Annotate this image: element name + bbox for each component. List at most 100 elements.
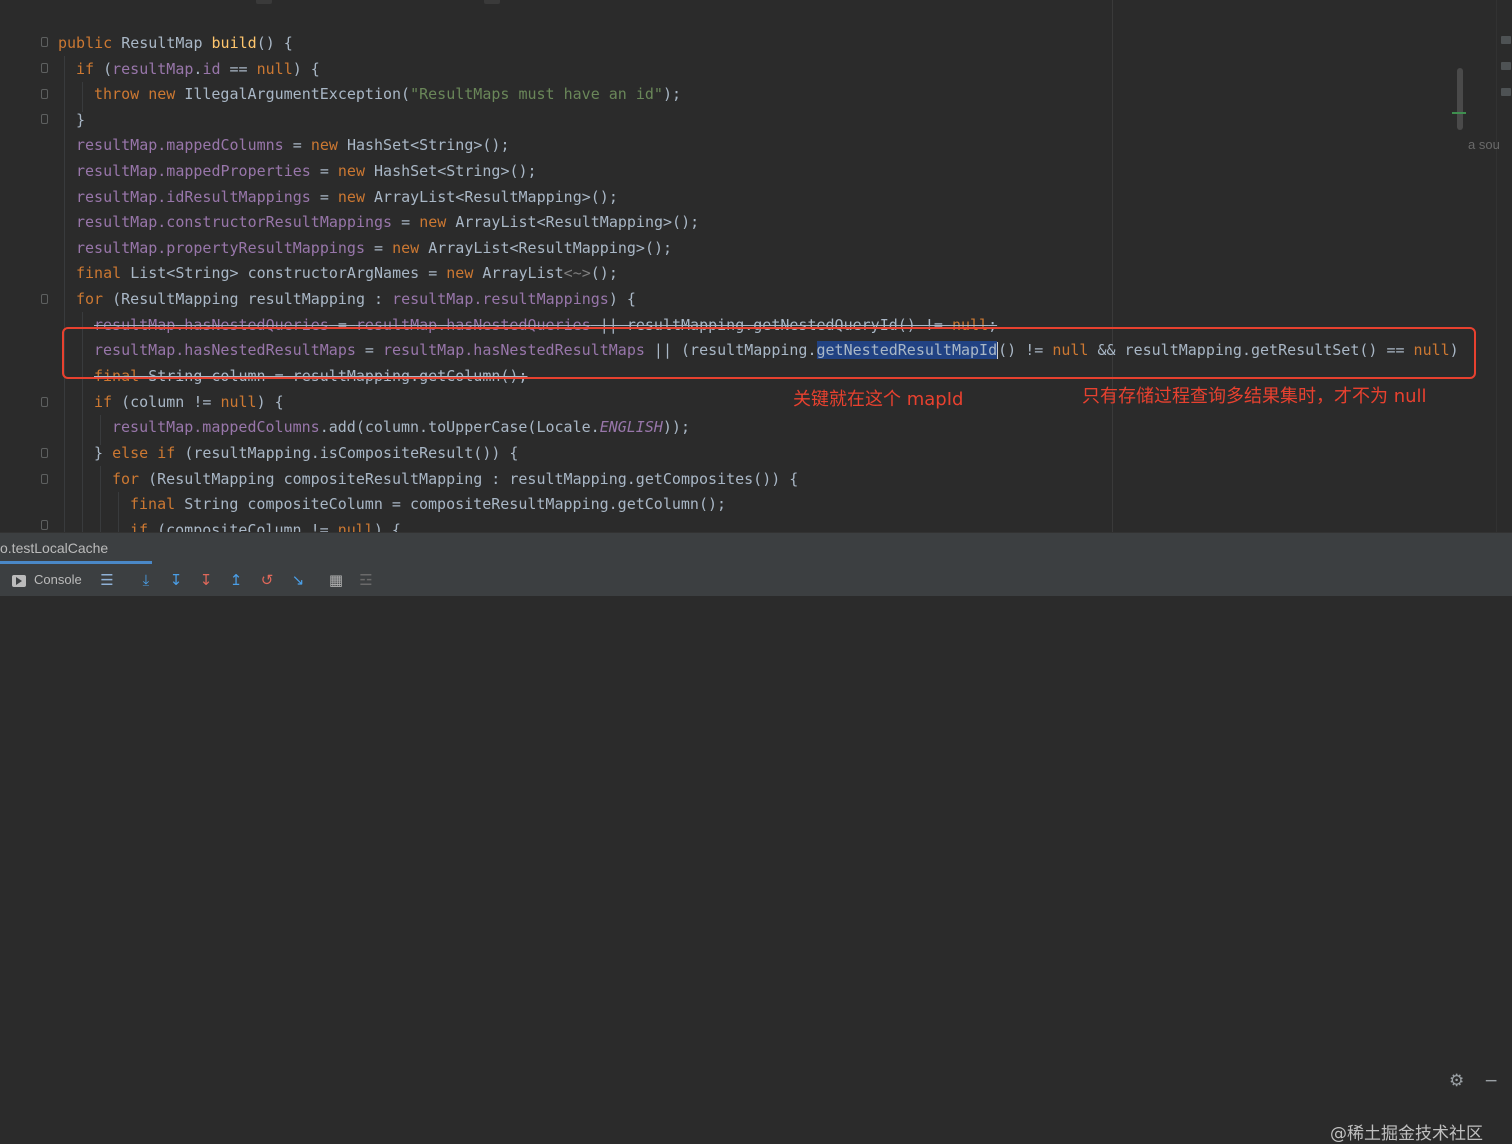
- fold-marker-icon[interactable]: [40, 474, 50, 486]
- token-text: ) {: [608, 290, 636, 308]
- token-text: ) {: [292, 60, 320, 78]
- show-execution-point-icon[interactable]: ⤓: [136, 570, 156, 590]
- token-string: "ResultMaps must have an id": [410, 85, 663, 103]
- code-line-build-signature[interactable]: public ResultMap build() {: [58, 31, 293, 56]
- token-keyword: throw: [94, 85, 149, 103]
- annotation-right: 只有存储过程查询多结果集时，才不为 null: [1082, 386, 1427, 407]
- code-line-mapped-properties[interactable]: resultMap.mappedProperties = new HashSet…: [76, 159, 537, 184]
- drop-frame-icon[interactable]: ↺: [257, 570, 277, 590]
- token-field: resultMap: [76, 162, 158, 180]
- token-text: (column !=: [121, 393, 221, 411]
- token-field: resultMap: [76, 136, 158, 154]
- token-field: resultMap: [76, 188, 158, 206]
- fragment-mark: [256, 0, 272, 4]
- token-text: =: [283, 136, 311, 154]
- tool-strip-mark[interactable]: [1501, 36, 1511, 44]
- code-line-constructor-result-mappings[interactable]: resultMap.constructorResultMappings = ne…: [76, 210, 699, 235]
- token-text: (ResultMapping compositeResultMapping : …: [148, 470, 799, 488]
- force-step-into-icon[interactable]: ↧: [196, 570, 216, 590]
- console-tab[interactable]: Console: [12, 564, 82, 596]
- token-text: =: [310, 188, 338, 206]
- run-tab-test-local-cache[interactable]: o.testLocalCache: [0, 533, 116, 563]
- run-to-cursor-icon[interactable]: ↘: [288, 570, 308, 590]
- token-text: HashSet<String>();: [374, 162, 537, 180]
- token-folded-generic[interactable]: <~>: [564, 264, 591, 282]
- token-keyword: null: [256, 60, 293, 78]
- fold-marker-icon[interactable]: [40, 520, 50, 532]
- code-line-if-column[interactable]: if (column != null) {: [94, 390, 284, 415]
- token-field: resultMap: [112, 418, 194, 436]
- token-text: IllegalArgumentException(: [184, 85, 411, 103]
- code-line-mapped-columns[interactable]: resultMap.mappedColumns = new HashSet<St…: [76, 133, 510, 158]
- watermark: @稀土掘金技术社区: [1330, 1124, 1483, 1144]
- token-keyword: else if: [112, 444, 185, 462]
- layout-lines-icon[interactable]: ☰: [97, 570, 117, 590]
- token-keyword: null: [220, 393, 257, 411]
- fold-marker-icon[interactable]: [40, 63, 50, 75]
- token-field: .resultMappings: [473, 290, 609, 308]
- indent-guide: [100, 466, 101, 532]
- evaluate-table-icon[interactable]: ▦: [326, 570, 346, 590]
- token-method: build: [211, 34, 257, 52]
- token-keyword: new: [446, 264, 483, 282]
- side-panel-text: a sou: [1468, 137, 1500, 152]
- console-tab-label: Console: [34, 572, 82, 587]
- token-keyword: final: [130, 495, 185, 513]
- code-line-if-id-null[interactable]: if (resultMap.id == null) {: [76, 57, 320, 82]
- token-keyword: if: [76, 60, 104, 78]
- code-line-if-composite-column[interactable]: if (compositeColumn != null) {: [130, 518, 401, 532]
- code-line-close-brace[interactable]: }: [76, 108, 85, 133]
- fold-marker-icon[interactable]: [40, 397, 50, 409]
- token-text: .add(column.toUpperCase(Locale.: [319, 418, 600, 436]
- token-text: (compositeColumn !=: [157, 521, 338, 532]
- token-keyword: public: [58, 34, 122, 52]
- console-icon: [12, 574, 26, 587]
- code-line-id-result-mappings[interactable]: resultMap.idResultMappings = new ArrayLi…: [76, 185, 618, 210]
- token-keyword: final: [76, 264, 131, 282]
- console-toolbar: Console ☰ ⤓ ↧ ↧ ↥ ↺ ↘ ▦ ☲ @稀土掘金技术社区: [0, 564, 1512, 1144]
- code-line-throw[interactable]: throw new IllegalArgumentException("Resu…: [94, 82, 681, 107]
- editor-scrollbar-thumb[interactable]: [1457, 68, 1463, 130]
- fold-marker-icon[interactable]: [40, 114, 50, 126]
- fold-marker-icon[interactable]: [40, 294, 50, 306]
- fold-marker-icon[interactable]: [40, 37, 50, 49]
- token-text: (ResultMapping resultMapping :: [112, 290, 393, 308]
- token-keyword: new: [337, 162, 375, 180]
- token-field: resultMap: [76, 213, 158, 231]
- tool-strip-mark[interactable]: [1501, 62, 1511, 70]
- step-out-icon[interactable]: ↥: [226, 570, 246, 590]
- token-keyword: if: [94, 393, 122, 411]
- code-editor[interactable]: public ResultMap build() { if (resultMap…: [0, 0, 1512, 532]
- trace-icon[interactable]: ☲: [356, 570, 376, 590]
- token-constant: ENGLISH: [599, 418, 663, 436]
- step-over-icon[interactable]: ↧: [166, 570, 186, 590]
- code-line-else-if-composite[interactable]: } else if (resultMapping.isCompositeResu…: [94, 441, 518, 466]
- token-text: ();: [590, 264, 618, 282]
- token-keyword: for: [112, 470, 149, 488]
- fold-marker-icon[interactable]: [40, 89, 50, 101]
- token-text: ) {: [256, 393, 284, 411]
- minimize-icon[interactable]: −: [1484, 1071, 1498, 1091]
- token-text: (resultMapping.isCompositeResult()) {: [184, 444, 519, 462]
- code-line-for-composites[interactable]: for (ResultMapping compositeResultMappin…: [112, 467, 798, 492]
- tool-strip-mark[interactable]: [1501, 88, 1511, 96]
- fold-marker-icon[interactable]: [40, 448, 50, 460]
- token-field: resultMap: [112, 60, 194, 78]
- code-line-property-result-mappings[interactable]: resultMap.propertyResultMappings = new A…: [76, 236, 672, 261]
- token-text: ArrayList: [482, 264, 564, 282]
- token-keyword: if: [130, 521, 158, 532]
- token-text: () {: [256, 34, 293, 52]
- token-type: ResultMap: [121, 34, 212, 52]
- token-keyword: for: [76, 290, 113, 308]
- gear-icon[interactable]: ⚙: [1449, 1071, 1464, 1091]
- code-line-composite-column[interactable]: final String compositeColumn = composite…: [130, 492, 726, 517]
- token-text: ==: [220, 60, 257, 78]
- token-field: .mappedColumns: [193, 418, 320, 436]
- code-line-for-result-mappings[interactable]: for (ResultMapping resultMapping : resul…: [76, 287, 636, 312]
- token-field: resultMap: [392, 290, 474, 308]
- token-field: .mappedColumns: [157, 136, 284, 154]
- token-field: resultMap: [76, 239, 158, 257]
- token-keyword: new: [337, 188, 375, 206]
- code-line-constructor-arg-names[interactable]: final List<String> constructorArgNames =…: [76, 261, 618, 286]
- code-line-add-column[interactable]: resultMap.mappedColumns.add(column.toUpp…: [112, 415, 690, 440]
